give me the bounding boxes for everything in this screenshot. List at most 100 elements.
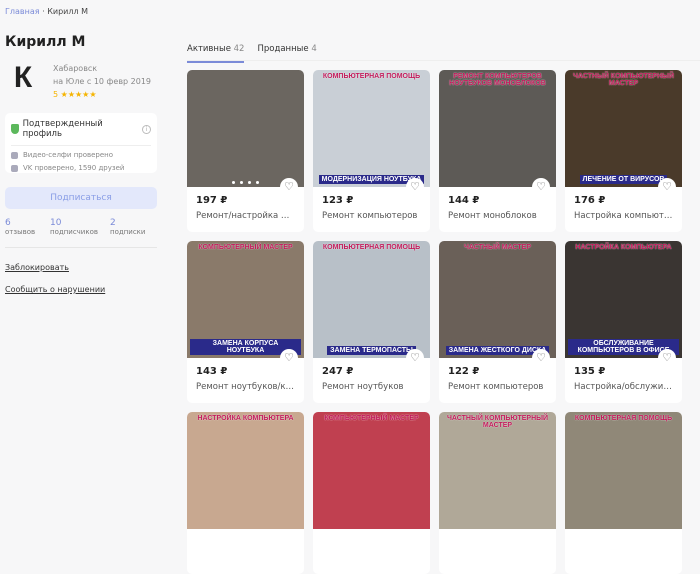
- product-price: 135 ₽: [574, 366, 606, 377]
- tab-label: Проданные: [257, 44, 309, 54]
- product-image[interactable]: КОМПЬЮТЕРНЫЙ МАСТЕР ЗАМЕНА КОРПУСА НОУТБ…: [187, 241, 304, 358]
- image-caption-top: ЧАСТНЫЙ МАСТЕР: [463, 244, 532, 251]
- image-caption-top: КОМПЬЮТЕРНЫЙ МАСТЕР: [198, 244, 293, 251]
- product-image[interactable]: КОМПЬЮТЕРНАЯ ПОМОЩЬ МОДЕРНИЗАЦИЯ НОУТБУК…: [313, 70, 430, 187]
- product-price: 123 ₽: [322, 195, 354, 206]
- product-card[interactable]: КОМПЬЮТЕРНЫЙ МАСТЕР ЗАМЕНА КОРПУСА НОУТБ…: [187, 241, 304, 403]
- stat-reviews[interactable]: 6 отзывов: [5, 218, 50, 236]
- tab-label: Активные: [187, 44, 231, 54]
- product-card[interactable]: НАСТРОЙКА КОМПЬЮТЕРА: [187, 412, 304, 574]
- product-title[interactable]: Настройка компьюте...: [574, 211, 673, 221]
- product-card[interactable]: ЧАСТНЫЙ КОМПЬЮТЕРНЫЙ МАСТЕР: [439, 412, 556, 574]
- product-card[interactable]: КОМПЬЮТЕРНЫЙ МАСТЕР: [313, 412, 430, 574]
- vk-icon: [11, 164, 18, 172]
- product-card[interactable]: КОМПЬЮТЕРНАЯ ПОМОЩЬ: [565, 412, 682, 574]
- verified-title: Подтвержденный профиль: [22, 119, 103, 139]
- product-image[interactable]: ЧАСТНЫЙ МАСТЕР ЗАМЕНА ЖЕСТКОГО ДИСКА: [439, 241, 556, 358]
- product-card[interactable]: ♡ 197 ₽ Ремонт/настройка м...: [187, 70, 304, 232]
- image-caption-bottom: ЛЕЧЕНИЕ ОТ ВИРУСОВ: [579, 175, 668, 184]
- product-title[interactable]: Настройка/обслужив...: [574, 382, 673, 392]
- profile-name: Кирилл М: [5, 34, 86, 50]
- heart-icon[interactable]: ♡: [406, 349, 424, 367]
- image-caption-top: НАСТРОЙКА КОМПЬЮТЕРА: [575, 244, 672, 251]
- product-image[interactable]: РЕМОНТ КОМПЬЮТЕРОВ НОУТБУКОВ МОНОБЛОКОВ: [439, 70, 556, 187]
- product-title[interactable]: Ремонт/настройка м...: [196, 211, 295, 221]
- avatar: К: [13, 61, 33, 94]
- stat-label: подписчиков: [50, 228, 98, 236]
- heart-icon[interactable]: ♡: [532, 349, 550, 367]
- product-image[interactable]: [187, 70, 304, 187]
- profile-since: на Юле с 10 февр 2019: [53, 77, 152, 86]
- heart-icon[interactable]: ♡: [658, 349, 676, 367]
- image-caption-bottom: ЗАМЕНА ТЕРМОПАСТЫ: [327, 346, 416, 355]
- star-icons: ★★★★★: [60, 90, 97, 99]
- image-caption-top: КОМПЬЮТЕРНАЯ ПОМОЩЬ: [574, 415, 673, 422]
- profile-city: Хабаровск: [53, 64, 98, 73]
- product-title[interactable]: Ремонт ноутбуков/ко...: [196, 382, 295, 392]
- profile-meta: Хабаровск на Юле с 10 февр 2019 5 ★★★★★: [53, 62, 151, 101]
- product-title[interactable]: Ремонт ноутбуков: [322, 382, 421, 392]
- breadcrumb-current: Кирилл М: [47, 7, 89, 16]
- product-price: 122 ₽: [448, 366, 480, 377]
- product-image[interactable]: КОМПЬЮТЕРНАЯ ПОМОЩЬ: [565, 412, 682, 529]
- product-price: 197 ₽: [196, 195, 228, 206]
- stat-label: подписки: [110, 228, 146, 236]
- video-icon: [11, 151, 18, 159]
- breadcrumb-home[interactable]: Главная: [5, 7, 40, 16]
- product-grid: ♡ 197 ₽ Ремонт/настройка м... КОМПЬЮТЕРН…: [187, 70, 682, 574]
- image-caption-top: КОМПЬЮТЕРНЫЙ МАСТЕР: [324, 415, 419, 422]
- product-price: 144 ₽: [448, 195, 480, 206]
- product-card[interactable]: КОМПЬЮТЕРНАЯ ПОМОЩЬ ЗАМЕНА ТЕРМОПАСТЫ ♡ …: [313, 241, 430, 403]
- stat-following[interactable]: 2 подписки: [110, 218, 155, 236]
- product-price: 176 ₽: [574, 195, 606, 206]
- product-image[interactable]: КОМПЬЮТЕРНЫЙ МАСТЕР: [313, 412, 430, 529]
- image-caption-top: КОМПЬЮТЕРНАЯ ПОМОЩЬ: [322, 73, 421, 80]
- verification-card: Подтвержденный профиль i Видео-селфи пров…: [5, 113, 157, 173]
- stat-followers[interactable]: 10 подписчиков: [50, 218, 110, 236]
- tab-count: 42: [233, 44, 245, 54]
- rating: 5 ★★★★★: [53, 88, 151, 101]
- vk-verified: VK проверено, 1590 друзей: [23, 164, 125, 172]
- product-image[interactable]: ЧАСТНЫЙ КОМПЬЮТЕРНЫЙ МАСТЕР: [439, 412, 556, 529]
- product-title[interactable]: Ремонт моноблоков: [448, 211, 547, 221]
- heart-icon[interactable]: ♡: [280, 349, 298, 367]
- tab-count: 4: [311, 44, 317, 54]
- image-caption-top: ЧАСТНЫЙ КОМПЬЮТЕРНЫЙ МАСТЕР: [572, 73, 675, 87]
- stat-value: 6: [5, 218, 11, 228]
- stats: 6 отзывов 10 подписчиков 2 подписки: [5, 218, 155, 236]
- image-caption-top: КОМПЬЮТЕРНАЯ ПОМОЩЬ: [322, 244, 421, 251]
- image-caption-top: НАСТРОЙКА КОМПЬЮТЕРА: [197, 415, 294, 422]
- carousel-dots[interactable]: [232, 181, 259, 184]
- subscribe-button[interactable]: Подписаться: [5, 187, 157, 209]
- product-card[interactable]: ЧАСТНЫЙ МАСТЕР ЗАМЕНА ЖЕСТКОГО ДИСКА ♡ 1…: [439, 241, 556, 403]
- shield-icon: [11, 124, 19, 134]
- heart-icon[interactable]: ♡: [406, 178, 424, 196]
- stat-value: 2: [110, 218, 116, 228]
- rating-value: 5: [53, 90, 59, 99]
- product-card[interactable]: НАСТРОЙКА КОМПЬЮТЕРА ОБСЛУЖИВАНИЕ КОМПЬЮ…: [565, 241, 682, 403]
- heart-icon[interactable]: ♡: [532, 178, 550, 196]
- heart-icon[interactable]: ♡: [658, 178, 676, 196]
- product-image[interactable]: НАСТРОЙКА КОМПЬЮТЕРА ОБСЛУЖИВАНИЕ КОМПЬЮ…: [565, 241, 682, 358]
- product-title[interactable]: Ремонт компьютеров: [322, 211, 421, 221]
- block-link[interactable]: Заблокировать: [5, 263, 69, 272]
- product-image[interactable]: ЧАСТНЫЙ КОМПЬЮТЕРНЫЙ МАСТЕР ЛЕЧЕНИЕ ОТ В…: [565, 70, 682, 187]
- tabs-divider: [187, 60, 700, 61]
- heart-icon[interactable]: ♡: [280, 178, 298, 196]
- report-link[interactable]: Сообщить о нарушении: [5, 285, 105, 294]
- stat-label: отзывов: [5, 228, 36, 236]
- product-price: 143 ₽: [196, 366, 228, 377]
- breadcrumb: Главная · Кирилл М: [5, 7, 88, 16]
- product-card[interactable]: ЧАСТНЫЙ КОМПЬЮТЕРНЫЙ МАСТЕР ЛЕЧЕНИЕ ОТ В…: [565, 70, 682, 232]
- product-price: 247 ₽: [322, 366, 354, 377]
- product-image[interactable]: КОМПЬЮТЕРНАЯ ПОМОЩЬ ЗАМЕНА ТЕРМОПАСТЫ: [313, 241, 430, 358]
- image-caption-top: РЕМОНТ КОМПЬЮТЕРОВ НОУТБУКОВ МОНОБЛОКОВ: [449, 73, 546, 87]
- product-title[interactable]: Ремонт компьютеров: [448, 382, 547, 392]
- product-card[interactable]: РЕМОНТ КОМПЬЮТЕРОВ НОУТБУКОВ МОНОБЛОКОВ …: [439, 70, 556, 232]
- divider: [5, 247, 157, 248]
- video-verified: Видео-селфи проверено: [23, 151, 114, 159]
- product-card[interactable]: КОМПЬЮТЕРНАЯ ПОМОЩЬ МОДЕРНИЗАЦИЯ НОУТБУК…: [313, 70, 430, 232]
- product-image[interactable]: НАСТРОЙКА КОМПЬЮТЕРА: [187, 412, 304, 529]
- info-icon[interactable]: i: [142, 124, 151, 134]
- image-caption-top: ЧАСТНЫЙ КОМПЬЮТЕРНЫЙ МАСТЕР: [446, 415, 549, 429]
